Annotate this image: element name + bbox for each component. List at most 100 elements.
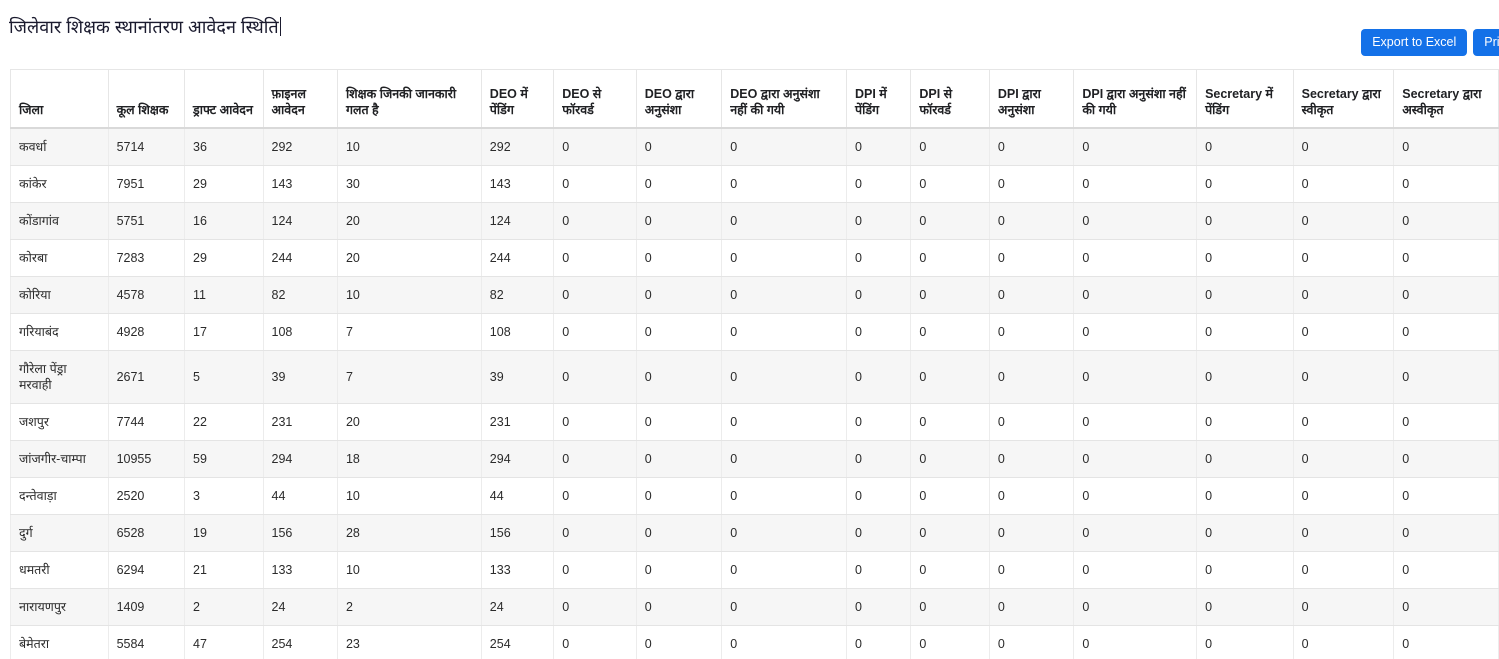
table-cell: 0 bbox=[989, 313, 1075, 351]
table-cell: 0 bbox=[910, 403, 990, 441]
page-title: जिलेवार शिक्षक स्थानांतरण आवेदन स्थिति bbox=[9, 15, 281, 39]
table-cell: 231 bbox=[263, 403, 338, 441]
table-row: गरियाबंद 4928 17 108 7 108 0 0 0 0 0 0 0 0 0 0 bbox=[10, 313, 1499, 351]
table-cell: 0 bbox=[846, 165, 912, 203]
table-cell: 2671 bbox=[108, 350, 186, 404]
district-name-cell: गरियाबंद bbox=[10, 313, 109, 351]
column-header[interactable]: DEO द्वारा अनुसंशा नहीं की गयी bbox=[721, 69, 847, 129]
table-cell: 44 bbox=[263, 477, 338, 515]
column-header[interactable]: DPI द्वारा अनुसंशा नहीं की गयी bbox=[1073, 69, 1198, 129]
table-cell: 244 bbox=[263, 239, 338, 277]
table-row: धमतरी 6294 21 133 10 133 0 0 0 0 0 0 0 0 0 0 bbox=[10, 551, 1499, 589]
table-row: कोरिया 4578 11 82 10 82 0 0 0 0 0 0 0 0 0 0 bbox=[10, 276, 1499, 314]
table-cell: 0 bbox=[721, 551, 847, 589]
table-cell: 0 bbox=[846, 514, 912, 552]
column-header[interactable]: Secretary में पेंडिंग bbox=[1196, 69, 1294, 129]
column-header[interactable]: DPI द्वारा अनुसंशा bbox=[989, 69, 1075, 129]
table-cell: 0 bbox=[553, 202, 637, 240]
district-name-cell: कांकेर bbox=[10, 165, 109, 203]
table-cell: 0 bbox=[989, 165, 1075, 203]
table-cell: 143 bbox=[263, 165, 338, 203]
table-cell: 0 bbox=[846, 625, 912, 659]
table-cell: 0 bbox=[989, 127, 1075, 166]
table-cell: 5751 bbox=[108, 202, 186, 240]
district-name-cell: बेमेतरा bbox=[10, 625, 109, 659]
table-cell: 0 bbox=[910, 625, 990, 659]
page-root: जिलेवार शिक्षक स्थानांतरण आवेदन स्थिति E… bbox=[0, 0, 1499, 659]
table-cell: 23 bbox=[337, 625, 482, 659]
table-cell: 0 bbox=[636, 514, 723, 552]
column-header[interactable]: फ़ाइनल आवेदन bbox=[263, 69, 338, 129]
table-cell: 292 bbox=[263, 127, 338, 166]
table-cell: 0 bbox=[1393, 588, 1499, 626]
table-cell: 0 bbox=[1293, 477, 1395, 515]
table-cell: 0 bbox=[1196, 239, 1294, 277]
table-cell: 20 bbox=[337, 202, 482, 240]
toolbar: Export to Excel Print bbox=[1361, 29, 1499, 56]
table-cell: 0 bbox=[721, 239, 847, 277]
table-cell: 0 bbox=[989, 202, 1075, 240]
table-cell: 0 bbox=[1393, 625, 1499, 659]
table-cell: 47 bbox=[184, 625, 264, 659]
table-cell: 0 bbox=[846, 477, 912, 515]
table-cell: 0 bbox=[989, 477, 1075, 515]
table-cell: 143 bbox=[481, 165, 555, 203]
column-header[interactable]: DEO द्वारा अनुसंशा bbox=[636, 69, 723, 129]
table-cell: 11 bbox=[184, 276, 264, 314]
table-cell: 0 bbox=[1293, 127, 1395, 166]
table-cell: 294 bbox=[263, 440, 338, 478]
table-scroll-container[interactable]: जिला कूल शिक्षक ड्राफ्ट आवेदन फ़ाइनल आवेदन श… bbox=[10, 69, 1499, 659]
table-cell: 0 bbox=[1393, 313, 1499, 351]
table-cell: 0 bbox=[553, 588, 637, 626]
column-header[interactable]: कूल शिक्षक bbox=[108, 69, 186, 129]
table-cell: 0 bbox=[910, 551, 990, 589]
table-cell: 0 bbox=[846, 350, 912, 404]
column-header[interactable]: DEO से फॉरवर्ड bbox=[553, 69, 637, 129]
table-cell: 0 bbox=[553, 313, 637, 351]
table-cell: 0 bbox=[1393, 350, 1499, 404]
table-cell: 0 bbox=[1196, 350, 1294, 404]
print-button[interactable]: Print bbox=[1473, 29, 1499, 56]
column-header[interactable]: DPI से फॉरवर्ड bbox=[910, 69, 990, 129]
table-cell: 0 bbox=[1196, 477, 1294, 515]
table-cell: 0 bbox=[553, 350, 637, 404]
export-to-excel-button[interactable]: Export to Excel bbox=[1361, 29, 1468, 56]
table-cell: 0 bbox=[989, 551, 1075, 589]
column-header[interactable]: Secretary द्वारा अस्वीकृत bbox=[1393, 69, 1499, 129]
column-header[interactable]: ड्राफ्ट आवेदन bbox=[184, 69, 264, 129]
table-cell: 156 bbox=[263, 514, 338, 552]
table-cell: 0 bbox=[721, 588, 847, 626]
table-cell: 0 bbox=[1196, 165, 1294, 203]
table-cell: 0 bbox=[1293, 625, 1395, 659]
table-cell: 133 bbox=[481, 551, 555, 589]
table-row: गौरेला पेंड्रा मरवाही 2671 5 39 7 39 0 0 0 0 0 0 0 0 0… bbox=[10, 350, 1499, 404]
table-cell: 0 bbox=[989, 350, 1075, 404]
table-cell: 0 bbox=[989, 403, 1075, 441]
table-cell: 0 bbox=[846, 551, 912, 589]
table-cell: 6528 bbox=[108, 514, 186, 552]
table-cell: 0 bbox=[553, 440, 637, 478]
table-cell: 244 bbox=[481, 239, 555, 277]
column-header[interactable]: जिला bbox=[10, 69, 109, 129]
column-header[interactable]: DPI में पेंडिंग bbox=[846, 69, 912, 129]
column-header[interactable]: Secretary द्वारा स्वीकृत bbox=[1293, 69, 1395, 129]
table-cell: 0 bbox=[1073, 477, 1198, 515]
table-cell: 0 bbox=[636, 313, 723, 351]
table-cell: 20 bbox=[337, 239, 482, 277]
district-name-cell: कोंडागांव bbox=[10, 202, 109, 240]
table-cell: 0 bbox=[636, 403, 723, 441]
table-cell: 0 bbox=[1293, 276, 1395, 314]
table-cell: 10 bbox=[337, 127, 482, 166]
table-cell: 0 bbox=[636, 276, 723, 314]
column-header[interactable]: DEO में पेंडिंग bbox=[481, 69, 555, 129]
table-cell: 0 bbox=[1073, 551, 1198, 589]
column-header[interactable]: शिक्षक जिनकी जानकारी गलत है bbox=[337, 69, 482, 129]
table-cell: 0 bbox=[1196, 202, 1294, 240]
table-cell: 0 bbox=[1073, 350, 1198, 404]
table-row: नारायणपुर 1409 2 24 2 24 0 0 0 0 0 0 0 0 0 0 bbox=[10, 588, 1499, 626]
table-cell: 39 bbox=[263, 350, 338, 404]
table-cell: 0 bbox=[553, 403, 637, 441]
table-cell: 0 bbox=[1196, 440, 1294, 478]
table-cell: 292 bbox=[481, 127, 555, 166]
table-cell: 0 bbox=[1393, 202, 1499, 240]
